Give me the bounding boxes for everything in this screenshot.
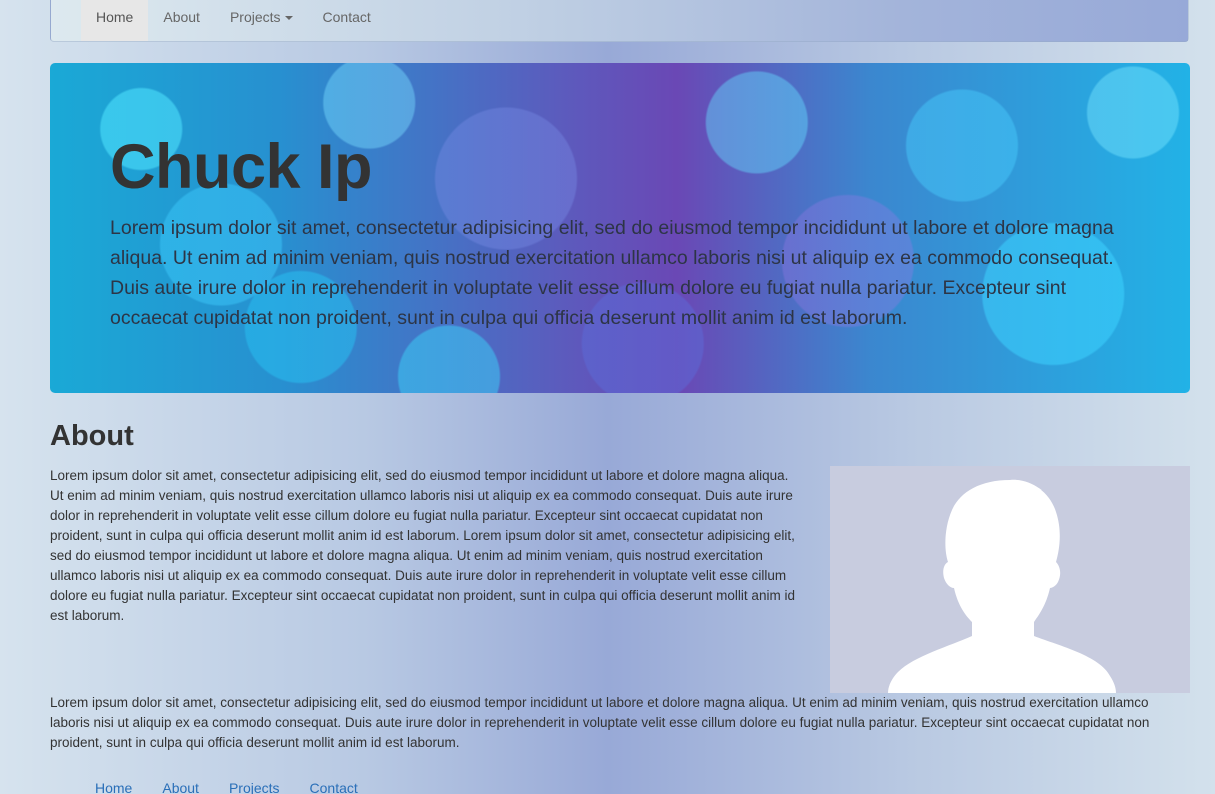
nav-list: Home About Projects Contact — [81, 0, 386, 41]
about-paragraph-1: Lorem ipsum dolor sit amet, consectetur … — [50, 468, 795, 623]
footer-link-contact[interactable]: Contact — [310, 778, 358, 794]
footer-link-about[interactable]: About — [162, 778, 199, 794]
nav-item-contact[interactable]: Contact — [308, 0, 386, 41]
footer-nav: Home About Projects Contact — [95, 778, 388, 794]
top-navbar: Home About Projects Contact — [50, 0, 1189, 42]
nav-item-home[interactable]: Home — [81, 0, 149, 41]
hero-title: Chuck Ip — [110, 132, 373, 202]
profile-image — [830, 466, 1190, 693]
footer-link-home[interactable]: Home — [95, 778, 132, 794]
default-profile-silhouette-icon — [888, 479, 1116, 693]
about-paragraph-2: Lorem ipsum dolor sit amet, consectetur … — [50, 695, 1150, 750]
nav-item-about[interactable]: About — [148, 0, 215, 41]
hero-jumbotron: Chuck Ip Lorem ipsum dolor sit amet, con… — [50, 63, 1190, 393]
nav-item-home-label: Home — [96, 9, 134, 25]
footer-link-projects[interactable]: Projects — [229, 778, 280, 794]
about-heading: About — [50, 420, 134, 452]
nav-item-projects-dropdown[interactable]: Projects — [215, 0, 308, 41]
caret-down-icon — [284, 16, 293, 21]
nav-item-projects-label: Projects — [229, 9, 281, 25]
nav-item-contact-label: Contact — [322, 9, 371, 25]
nav-item-about-label: About — [163, 9, 200, 25]
hero-text: Lorem ipsum dolor sit amet, consectetur … — [110, 217, 1114, 329]
